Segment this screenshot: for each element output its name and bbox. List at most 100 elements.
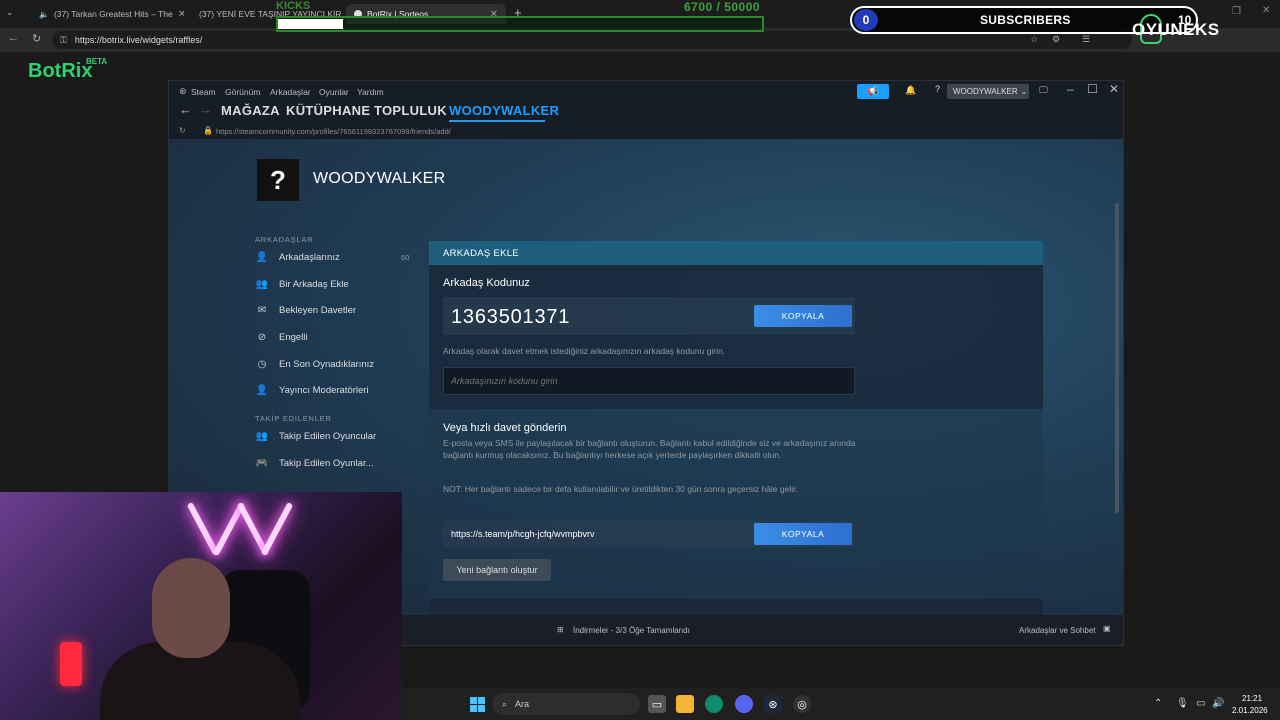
browser-tab[interactable]: 🔈 (37) Tarkan Greatest Hits – The ✕ xyxy=(26,4,184,24)
menu-view[interactable]: Görünüm xyxy=(225,87,260,97)
menu-friends[interactable]: Arkadaşlar xyxy=(270,87,311,97)
reload-icon[interactable]: ↻ xyxy=(32,32,41,45)
quick-invite-title: Veya hızlı davet gönderin xyxy=(443,422,567,434)
quick-invite-description: E-posta veya SMS ile paylaşılacak bir ba… xyxy=(443,438,856,460)
obs-icon[interactable]: ◎ xyxy=(793,695,811,713)
friend-code-box: 1363501371 KOPYALA xyxy=(443,297,855,335)
sidebar-item-label: Engelli xyxy=(279,332,308,343)
tray-chevron-icon[interactable]: ⌃ xyxy=(1154,698,1162,709)
sidebar-item-label: Arkadaşlarınız xyxy=(279,252,340,263)
active-nav-underline xyxy=(449,120,545,122)
steam-icon[interactable]: ⊛ xyxy=(764,695,782,713)
menu-steam[interactable]: Steam xyxy=(191,87,216,97)
add-friend-header: ARKADAŞ EKLE xyxy=(429,241,1043,265)
red-lamp xyxy=(60,642,82,686)
next-section-panel xyxy=(429,599,1043,615)
forward-arrow-icon[interactable]: → xyxy=(199,102,212,117)
clock-time[interactable]: 21:21 xyxy=(1242,694,1262,703)
nav-store[interactable]: MAĞAZA xyxy=(221,103,280,118)
file-explorer-icon[interactable] xyxy=(676,695,694,713)
close-tab-icon[interactable]: ✕ xyxy=(178,9,184,20)
mute-icon[interactable]: 🔈 xyxy=(39,10,49,19)
chat-icon[interactable]: ▣ xyxy=(1103,624,1111,633)
nav-library[interactable]: KÜTÜPHANE xyxy=(286,103,370,118)
person-icon: 👤 xyxy=(255,385,269,396)
profile-name[interactable]: WOODYWALKER xyxy=(313,170,446,188)
edge-icon[interactable] xyxy=(705,695,723,713)
close-window-icon[interactable]: ✕ xyxy=(1262,5,1270,16)
taskbar-search[interactable]: ⌕ Ara xyxy=(492,693,640,715)
account-dropdown[interactable]: WOODYWALKER ⌄ xyxy=(947,84,1029,99)
sidebar-item-recently-played[interactable]: ◷ En Son Oynadıklarınız xyxy=(255,359,374,370)
steam-url-text: https://steamcommunity.com/profiles/7656… xyxy=(216,127,451,136)
sidebar-item-pending-invites[interactable]: ✉ Bekleyen Davetler xyxy=(255,305,356,316)
sidebar-item-blocked[interactable]: ⊘ Engelli xyxy=(255,332,308,343)
nav-user[interactable]: WOODYWALKER xyxy=(449,103,559,118)
sidebar-item-followed-players[interactable]: 👥 Takip Edilen Oyuncular xyxy=(255,431,376,442)
downloads-status[interactable]: İndirmeler - 3/3 Öğe Tamamlandı xyxy=(573,626,690,635)
new-link-button[interactable]: Yeni bağlantı oluştur xyxy=(443,559,551,581)
notification-bell-icon[interactable]: 🔔 xyxy=(905,85,916,96)
volume-icon[interactable]: 🔊 xyxy=(1212,698,1224,709)
lock-icon: 🔒 xyxy=(203,126,213,135)
person-icon: 👤 xyxy=(255,252,269,263)
refresh-icon[interactable]: ↻ xyxy=(179,126,186,135)
back-icon[interactable]: ← xyxy=(8,32,19,44)
copy-code-button[interactable]: KOPYALA xyxy=(754,305,852,327)
progress-fill xyxy=(278,19,343,29)
sidebar-item-add-friend[interactable]: 👥 Bir Arkadaş Ekle xyxy=(255,279,349,290)
subscriber-count: 0 xyxy=(854,9,878,31)
sidebar-item-label: Bekleyen Davetler xyxy=(279,305,357,316)
friend-code: 1363501371 xyxy=(451,306,571,328)
nav-community[interactable]: TOPLULUK xyxy=(374,103,447,118)
add-person-icon: 👥 xyxy=(255,279,269,290)
sidebar-item-followed-games[interactable]: 🎮 Takip Edilen Oyunlar... xyxy=(255,458,374,469)
following-section-heading: TAKİP EDİLENLER xyxy=(255,414,332,423)
blocked-icon: ⊘ xyxy=(257,332,267,343)
favorites-icon[interactable]: ☰ xyxy=(1082,34,1090,45)
close-icon[interactable]: ✕ xyxy=(1109,82,1119,96)
announcements-button[interactable]: 📢 xyxy=(857,84,889,99)
invite-link-box: https://s.team/p/hcgh-jcfq/wvmpbvrv KOPY… xyxy=(443,521,855,547)
scrollbar[interactable] xyxy=(1115,203,1119,513)
maximize-icon[interactable]: ☐ xyxy=(1087,82,1098,96)
steam-url-bar: ↻ 🔒 https://steamcommunity.com/profiles/… xyxy=(169,123,1123,139)
help-button[interactable]: ? xyxy=(935,84,945,99)
tab-list-chevron-icon[interactable]: ⌄ xyxy=(6,7,14,18)
minimize-icon[interactable]: – xyxy=(1067,82,1074,96)
botrix-logo[interactable]: BotRix xyxy=(28,60,92,83)
sidebar-item-label: En Son Oynadıklarınız xyxy=(279,359,375,370)
microphone-icon[interactable]: 🎙 xyxy=(1176,698,1189,709)
steam-logo-icon: ⊛ xyxy=(179,86,187,96)
big-picture-icon[interactable]: 🖵 xyxy=(1039,85,1048,96)
menu-games[interactable]: Oyunlar xyxy=(319,87,349,97)
search-icon: ⌕ xyxy=(502,698,508,709)
envelope-icon: ✉ xyxy=(257,305,267,316)
discord-icon[interactable] xyxy=(735,695,753,713)
sidebar-item-label: Yayıncı Moderatörleri xyxy=(279,385,369,396)
site-info-icon[interactable]: ⚿ xyxy=(60,35,67,46)
avatar[interactable]: ? xyxy=(257,159,299,201)
search-label: Ara xyxy=(515,699,530,709)
extensions-icon[interactable]: ⚙ xyxy=(1052,34,1060,45)
copy-link-button[interactable]: KOPYALA xyxy=(754,523,852,545)
back-arrow-icon[interactable]: ← xyxy=(179,102,192,117)
network-icon[interactable]: ▭ xyxy=(1196,698,1205,709)
people-icon: 👥 xyxy=(255,431,269,442)
sidebar-item-label: Takip Edilen Oyunlar... xyxy=(279,458,374,469)
friend-code-hint: Arkadaş olarak davet etmek istediğiniz a… xyxy=(443,346,726,356)
restore-window-icon[interactable]: ❐ xyxy=(1232,6,1241,17)
friend-code-panel: Arkadaş Kodunuz 1363501371 KOPYALA Arkad… xyxy=(429,265,1043,409)
sidebar-item-broadcast-moderators[interactable]: 👤 Yayıncı Moderatörleri xyxy=(255,385,369,396)
sidebar-item-friends[interactable]: 👤 Arkadaşlarınız xyxy=(255,252,340,263)
friends-section-heading: ARKADAŞLAR xyxy=(255,235,314,244)
friend-code-input[interactable] xyxy=(443,367,855,395)
windows-start-icon[interactable] xyxy=(470,697,485,712)
friend-code-title: Arkadaş Kodunuz xyxy=(443,277,530,289)
star-icon[interactable]: ☆ xyxy=(1030,34,1038,45)
friends-chat-button[interactable]: Arkadaşlar ve Sohbet xyxy=(1019,626,1096,635)
menu-help[interactable]: Yardım xyxy=(357,87,384,97)
task-view-icon[interactable]: ▭ xyxy=(648,695,666,713)
clock-date[interactable]: 2.01.2026 xyxy=(1232,706,1268,715)
downloads-icon[interactable]: ⊞ xyxy=(557,625,564,634)
